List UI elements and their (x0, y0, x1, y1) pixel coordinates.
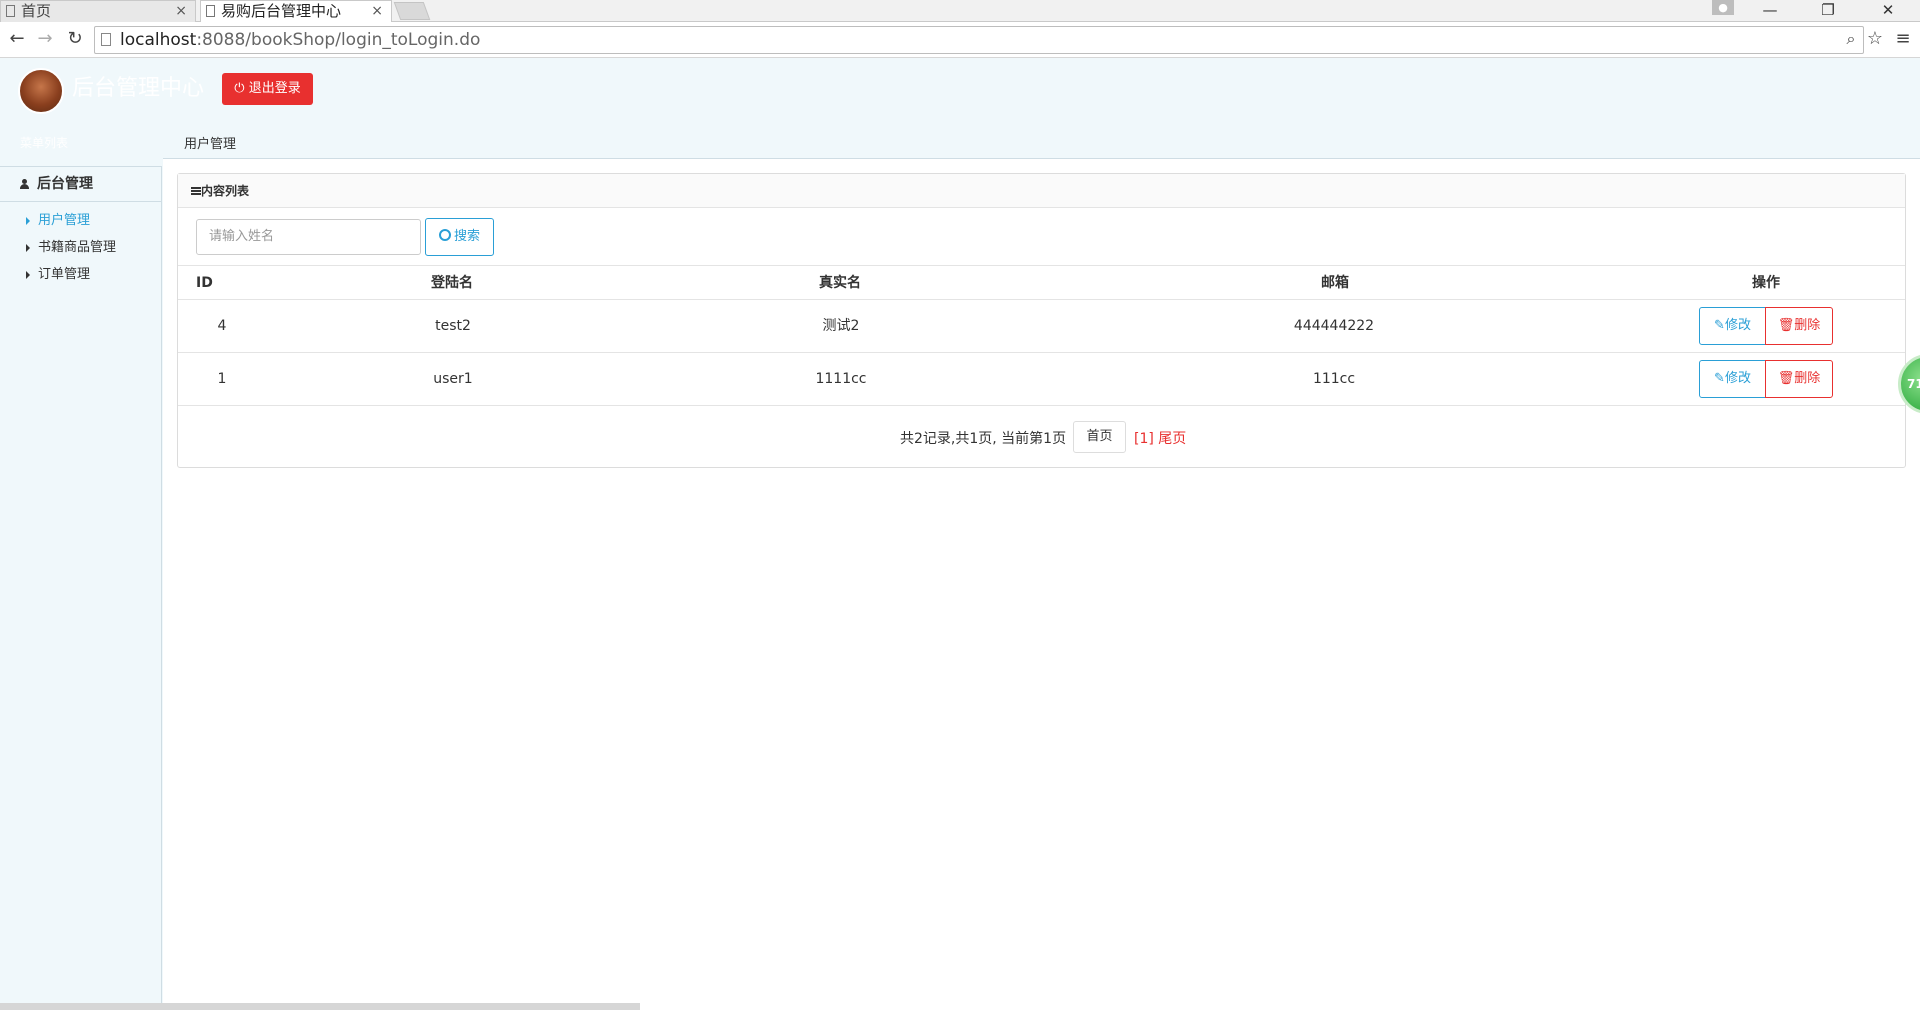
cell-login: user1 (433, 371, 473, 387)
close-tab-icon[interactable]: × (175, 1, 187, 21)
sidebar-item-order-management[interactable]: 订单管理 (26, 266, 90, 284)
table-divider (178, 352, 1905, 353)
horizontal-scrollbar[interactable] (0, 1003, 640, 1010)
reload-icon[interactable]: ↻ (64, 28, 86, 50)
menu-icon[interactable]: ≡ (1892, 28, 1914, 50)
search-icon (438, 229, 451, 241)
pagination-summary: 共2记录,共1页, 当前第1页 (900, 431, 1067, 447)
cell-id: 4 (217, 318, 227, 334)
cell-id: 1 (217, 371, 227, 387)
caret-right-icon (26, 217, 30, 225)
tab-title: 首页 (21, 2, 52, 20)
sidebar (0, 166, 162, 1010)
edit-button[interactable]: ✎修改 (1699, 360, 1766, 398)
menu-list-label: 菜单列表 (20, 136, 69, 150)
page-icon (101, 33, 111, 46)
app-title: 后台管理中心 (72, 76, 205, 101)
search-button[interactable]: 搜索 (425, 218, 494, 256)
table-divider (178, 299, 1905, 300)
close-window-icon[interactable]: ✕ (1864, 0, 1912, 22)
table-divider (178, 265, 1905, 266)
cell-realname: 1111cc (815, 371, 867, 387)
minimize-icon[interactable]: — (1746, 0, 1794, 22)
delete-button[interactable]: 🗑删除 (1765, 360, 1833, 398)
pagination-links: [1] 尾页 (1134, 430, 1186, 448)
column-header-email: 邮箱 (1321, 275, 1349, 291)
column-header-actions: 操作 (1752, 275, 1780, 291)
page-1-link[interactable]: [1] (1134, 431, 1154, 447)
trash-icon: 🗑 (1777, 318, 1795, 333)
search-input[interactable]: 请输入姓名 (196, 219, 421, 255)
browser-tab-admin[interactable]: 易购后台管理中心 × (200, 0, 392, 23)
column-header-realname: 真实名 (819, 275, 861, 291)
breadcrumb: 用户管理 (184, 137, 237, 152)
trash-icon: 🗑 (1777, 371, 1795, 386)
avatar (18, 68, 64, 114)
forward-icon[interactable]: → (34, 28, 56, 50)
first-page-button[interactable]: 首页 (1073, 421, 1126, 453)
new-tab-button[interactable] (393, 2, 431, 20)
delete-button[interactable]: 🗑删除 (1765, 307, 1833, 345)
logout-button[interactable]: ⏻ 退出登录 (222, 73, 313, 105)
list-icon (191, 187, 201, 195)
cell-realname: 测试2 (822, 318, 860, 334)
edit-button[interactable]: ✎修改 (1699, 307, 1766, 345)
document-icon (6, 5, 15, 17)
column-header-login: 登陆名 (431, 275, 473, 291)
table-divider (178, 405, 1905, 406)
url-text[interactable]: localhost:8088/bookShop/login_toLogin.do (120, 29, 480, 51)
edit-icon: ✎ (1714, 371, 1725, 386)
zoom-icon[interactable]: ⌕ (1840, 28, 1862, 50)
power-icon: ⏻ (234, 81, 249, 96)
browser-tab-home[interactable]: 首页 × (0, 0, 196, 22)
last-page-link[interactable]: 尾页 (1158, 431, 1186, 447)
sidebar-item-book-management[interactable]: 书籍商品管理 (26, 239, 116, 257)
caret-right-icon (26, 244, 30, 252)
cell-login: test2 (435, 318, 471, 334)
bookmark-star-icon[interactable]: ☆ (1864, 28, 1886, 50)
close-tab-icon[interactable]: × (371, 1, 383, 21)
edit-icon: ✎ (1714, 318, 1725, 333)
user-icon (20, 179, 29, 189)
panel-header: 内容列表 (178, 174, 1905, 208)
tab-title: 易购后台管理中心 (221, 2, 342, 20)
cell-email: 444444222 (1293, 318, 1375, 334)
document-icon (206, 5, 215, 17)
restore-icon[interactable]: ❐ (1804, 0, 1852, 22)
column-header-id: ID (196, 275, 213, 291)
cell-email: 111cc (1312, 371, 1356, 387)
profile-icon[interactable]: ● (1712, 0, 1734, 15)
sidebar-item-user-management[interactable]: 用户管理 (26, 212, 90, 230)
caret-right-icon (26, 271, 30, 279)
back-icon[interactable]: ← (6, 28, 28, 50)
